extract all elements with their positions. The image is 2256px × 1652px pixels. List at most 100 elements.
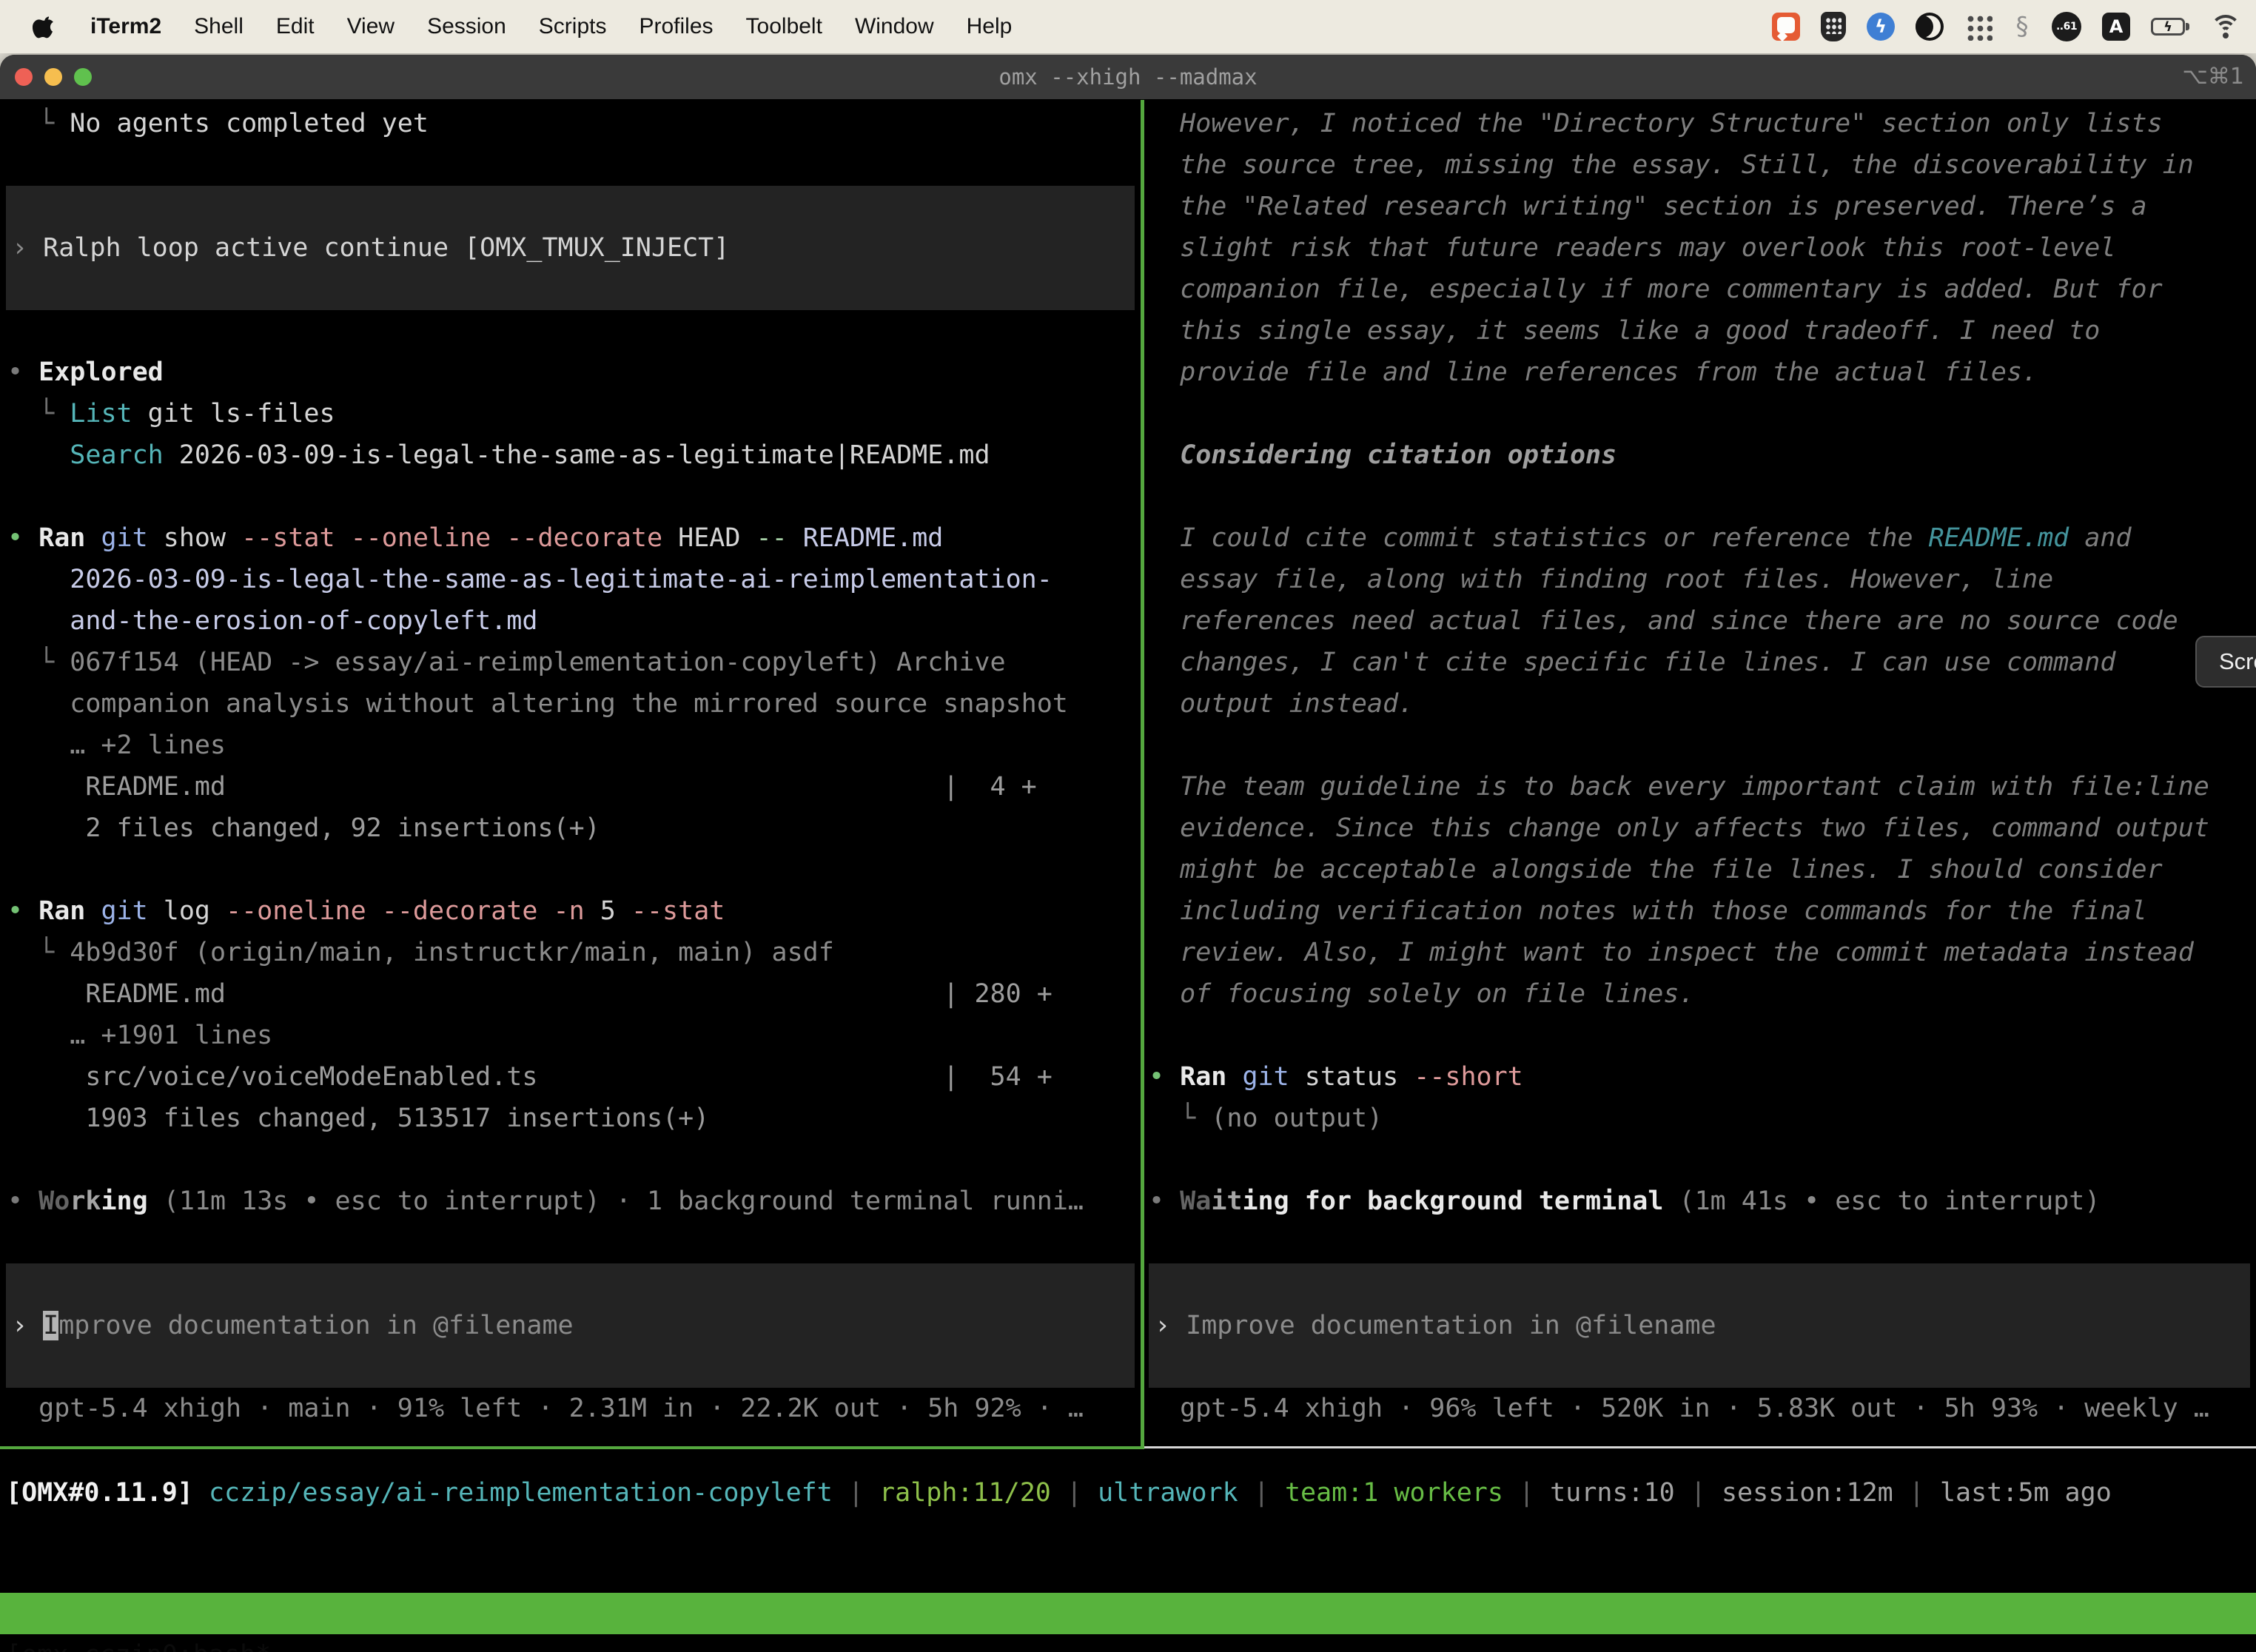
terminal-line: └ List git ls-files xyxy=(7,393,1136,434)
terminal-line: • Waiting for background terminal (1m 41… xyxy=(1149,1181,2252,1222)
left-prompt-input[interactable]: › Improve documentation in @filename xyxy=(6,1263,1135,1388)
terminal-line xyxy=(7,849,1136,890)
terminal-line: including verification notes with those … xyxy=(1149,890,2252,932)
tmux-session-name[interactable]: [omx-cczip0:bash* xyxy=(6,1634,271,1652)
left-input-line: › Improve documentation in @filename xyxy=(12,1305,574,1346)
menu-item-edit[interactable]: Edit xyxy=(276,14,315,39)
terminal-line xyxy=(1149,1139,2252,1181)
terminal-line: slight risk that future readers may over… xyxy=(1149,227,2252,269)
terminal-line: • Explored xyxy=(7,352,1136,393)
terminal-line: └ (no output) xyxy=(1149,1098,2252,1139)
terminal-line: … +1901 lines xyxy=(7,1015,1136,1056)
terminal-line: and-the-erosion-of-copyleft.md xyxy=(7,600,1136,642)
terminal-line: [OMX#0.11.9] cczip/essay/ai-reimplementa… xyxy=(6,1472,2256,1514)
terminal-line xyxy=(1149,476,2252,517)
dots-grid-icon[interactable] xyxy=(1964,13,1993,41)
terminal-line: the source tree, missing the essay. Stil… xyxy=(1149,144,2252,186)
terminal-line xyxy=(7,310,1136,352)
menu-item-toolbelt[interactable]: Toolbelt xyxy=(746,14,822,39)
menu-item-help[interactable]: Help xyxy=(967,14,1013,39)
right-pane-transcript: However, I noticed the "Directory Struct… xyxy=(1149,103,2252,1222)
terminal-line: this single essay, it seems like a good … xyxy=(1149,310,2252,352)
apple-icon[interactable] xyxy=(33,15,56,38)
terminal-line: the "Related research writing" section i… xyxy=(1149,186,2252,227)
tmux-status-bar: [omx-cczip0:bash* "MacBook-Pro-44.local"… xyxy=(0,1593,2256,1634)
terminal-line xyxy=(1149,725,2252,766)
left-pane-scrollback-top: └ No agents completed yet xyxy=(7,103,1136,144)
terminal-line: references need actual files, and since … xyxy=(1149,600,2252,642)
input-source-icon[interactable]: A xyxy=(2102,13,2130,41)
terminal-line: • Ran git log --oneline --decorate -n 5 … xyxy=(7,890,1136,932)
terminal-line: output instead. xyxy=(1149,683,2252,725)
terminal-line: changes, I can't cite specific file line… xyxy=(1149,642,2252,683)
terminal-line: 2026-03-09-is-legal-the-same-as-legitima… xyxy=(7,559,1136,600)
iterm-window: omx --xhigh --madmax ⌥⌘1 └ No agents com… xyxy=(0,55,2256,1652)
omx-status-bar: [OMX#0.11.9] cczip/essay/ai-reimplementa… xyxy=(6,1472,2256,1514)
terminal-line: README.md | 4 + xyxy=(7,766,1136,807)
terminal-line: › Ralph loop active continue [OMX_TMUX_I… xyxy=(12,227,729,269)
zoom-button[interactable] xyxy=(74,68,92,86)
chat-app-icon[interactable] xyxy=(1772,13,1800,41)
battery-percent-icon[interactable]: ..61 xyxy=(2052,12,2081,41)
menu-bar: iTerm2 Shell Edit View Session Scripts Profile… xyxy=(0,0,2256,53)
terminal-line: └ 067f154 (HEAD -> essay/ai-reimplementa… xyxy=(7,642,1136,683)
terminal-line: of focusing solely on file lines. xyxy=(1149,973,2252,1015)
terminal-line: • Ran git status --short xyxy=(1149,1056,2252,1098)
terminal-line: • Ran git show --stat --oneline --decora… xyxy=(7,517,1136,559)
terminal-line: essay file, along with finding root file… xyxy=(1149,559,2252,600)
pane-divider[interactable] xyxy=(1141,100,1144,1448)
terminal-line: └ 4b9d30f (origin/main, instructkr/main,… xyxy=(7,932,1136,973)
terminal-line: Considering citation options xyxy=(1149,434,2252,476)
terminal-line: I could cite commit statistics or refere… xyxy=(1149,517,2252,559)
left-status-line: gpt-5.4 xhigh · main · 91% left · 2.31M … xyxy=(7,1388,1136,1429)
ralph-inject-line: › Ralph loop active continue [OMX_TMUX_I… xyxy=(12,227,729,269)
blue-bolt-icon[interactable]: ϟ xyxy=(1867,13,1895,41)
terminal-line: README.md | 280 + xyxy=(7,973,1136,1015)
close-button[interactable] xyxy=(15,68,33,86)
terminal-line: … +2 lines xyxy=(7,725,1136,766)
terminal-line: However, I noticed the "Directory Struct… xyxy=(1149,103,2252,144)
window-title: omx --xhigh --madmax xyxy=(222,55,2034,99)
minimize-button[interactable] xyxy=(44,68,62,86)
terminal-line: src/voice/voiceModeEnabled.ts | 54 + xyxy=(7,1056,1136,1098)
right-prompt-input[interactable]: › Improve documentation in @filename xyxy=(1149,1263,2250,1388)
terminal-line xyxy=(7,1139,1136,1181)
terminal-line: review. Also, I might want to inspect th… xyxy=(1149,932,2252,973)
menu-item-shell[interactable]: Shell xyxy=(194,14,244,39)
terminal-line: └ No agents completed yet xyxy=(7,103,1136,144)
terminal-line xyxy=(1149,393,2252,434)
menu-item-iterm2[interactable]: iTerm2 xyxy=(90,14,161,39)
terminal-line xyxy=(1149,1015,2252,1056)
menu-status-icons: ϟ § ..61 Aϟ xyxy=(1772,0,2241,53)
left-pane-transcript: • Explored └ List git ls-files Search 20… xyxy=(7,310,1136,1222)
window-titlebar[interactable]: omx --xhigh --madmax ⌥⌘1 xyxy=(0,55,2256,99)
menu-item-view[interactable]: View xyxy=(347,14,395,39)
right-pane-border xyxy=(1144,1446,2256,1448)
terminal-line: companion file, especially if more comme… xyxy=(1149,269,2252,310)
menu-item-window[interactable]: Window xyxy=(855,14,934,39)
terminal-line: 1903 files changed, 513517 insertions(+) xyxy=(7,1098,1136,1139)
traffic-lights xyxy=(15,68,92,86)
menu-item-profiles[interactable]: Profiles xyxy=(639,14,713,39)
battery-icon[interactable]: ϟ xyxy=(2151,18,2185,36)
right-status-line: gpt-5.4 xhigh · 96% left · 520K in · 5.8… xyxy=(1149,1388,2250,1429)
left-pane-border xyxy=(0,1446,1144,1449)
terminal-line xyxy=(7,476,1136,517)
menu-item-scripts[interactable]: Scripts xyxy=(539,14,607,39)
squiggle-icon[interactable]: § xyxy=(2013,10,2031,43)
menu-item-session[interactable]: Session xyxy=(427,14,506,39)
terminal-line: provide file and line references from th… xyxy=(1149,352,2252,393)
terminal-line: The team guideline is to back every impo… xyxy=(1149,766,2252,807)
ralph-inject-box: › Ralph loop active continue [OMX_TMUX_I… xyxy=(6,186,1135,310)
wifi-icon[interactable] xyxy=(2210,15,2241,38)
terminal-line: › Improve documentation in @filename xyxy=(1155,1305,1716,1346)
keyboard-shield-icon[interactable] xyxy=(1821,12,1846,41)
terminal-line: • Working (11m 13s • esc to interrupt) ·… xyxy=(7,1181,1136,1222)
terminal-line: 2 files changed, 92 insertions(+) xyxy=(7,807,1136,849)
terminal-line: companion analysis without altering the … xyxy=(7,683,1136,725)
right-input-line: › Improve documentation in @filename xyxy=(1155,1305,1716,1346)
window-shortcut-badge: ⌥⌘1 xyxy=(2182,55,2244,99)
screen-tooltip[interactable]: Scre xyxy=(2195,636,2256,688)
crescent-app-icon[interactable] xyxy=(1916,13,1944,41)
menu-items: iTerm2 Shell Edit View Session Scripts Profile… xyxy=(90,14,1044,39)
